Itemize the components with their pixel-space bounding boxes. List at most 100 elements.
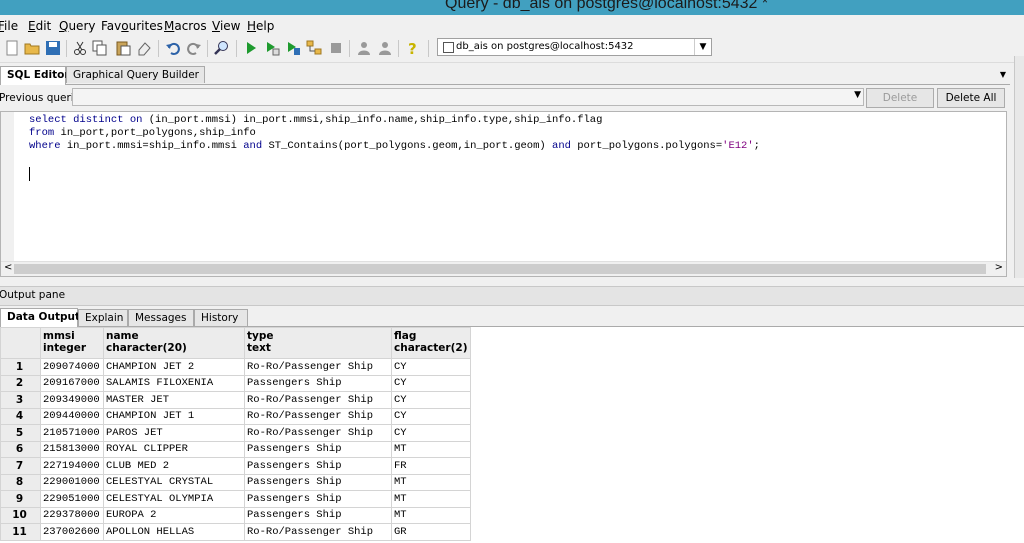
table-cell[interactable]: Ro-Ro/Passenger Ship [244,358,392,376]
scroll-left-icon[interactable]: < [4,262,12,273]
table-cell[interactable]: CY [391,424,471,442]
table-cell[interactable]: 209074000 [40,358,104,376]
paste-icon[interactable] [115,40,131,56]
table-cell[interactable]: Ro-Ro/Passenger Ship [244,424,392,442]
table-cell[interactable]: 215813000 [40,440,104,458]
table-cell[interactable]: EUROPA 2 [103,506,245,524]
table-row[interactable]: 7 227194000 CLUB MED 2 Passengers Ship FR [0,457,471,475]
row-number[interactable]: 2 [0,374,41,392]
tabs-menu-icon[interactable]: ▼ [1000,70,1006,79]
column-header[interactable]: flag character(2) [391,327,471,359]
explain-icon[interactable] [306,40,322,56]
table-row[interactable]: 2 209167000 SALAMIS FILOXENIA Passengers Sh… [0,374,471,392]
column-header[interactable]: type text [244,327,392,359]
table-row[interactable]: 3 209349000 MASTER JET Ro-Ro/Passenger Ship… [0,391,471,409]
new-icon[interactable] [4,40,20,56]
table-cell[interactable]: SALAMIS FILOXENIA [103,374,245,392]
menu-file[interactable]: File [0,19,18,33]
chevron-down-icon[interactable]: ▼ [854,90,861,100]
table-cell[interactable]: 209167000 [40,374,104,392]
tab-graphical-query-builder[interactable]: Graphical Query Builder [66,66,205,83]
table-cell[interactable]: 209440000 [40,407,104,425]
table-cell[interactable]: PAROS JET [103,424,245,442]
row-number[interactable]: 10 [0,506,41,524]
tab-data-output[interactable]: Data Output [0,308,80,327]
table-cell[interactable]: CELESTYAL OLYMPIA [103,490,245,508]
table-cell[interactable]: 210571000 [40,424,104,442]
table-cell[interactable]: 229378000 [40,506,104,524]
previous-queries-select[interactable]: ▼ [72,88,864,106]
table-cell[interactable]: Ro-Ro/Passenger Ship [244,391,392,409]
table-cell[interactable]: Passengers Ship [244,440,392,458]
table-cell[interactable]: CLUB MED 2 [103,457,245,475]
table-row[interactable]: 10 229378000 EUROPA 2 Passengers Ship MT [0,506,471,524]
copy-icon[interactable] [92,40,108,56]
row-number[interactable]: 3 [0,391,41,409]
table-cell[interactable]: Passengers Ship [244,506,392,524]
scrollbar-thumb[interactable] [14,264,986,274]
table-cell[interactable]: MT [391,506,471,524]
table-row[interactable]: 9 229051000 CELESTYAL OLYMPIA Passengers Sh… [0,490,471,508]
table-cell[interactable]: MASTER JET [103,391,245,409]
row-number[interactable]: 8 [0,473,41,491]
table-cell[interactable]: 229001000 [40,473,104,491]
table-cell[interactable]: Passengers Ship [244,473,392,491]
column-header[interactable]: name character(20) [103,327,245,359]
row-number[interactable]: 9 [0,490,41,508]
table-cell[interactable]: CELESTYAL CRYSTAL [103,473,245,491]
execute-to-file-icon[interactable] [285,40,301,56]
save-icon[interactable] [45,40,61,56]
tab-sql-editor[interactable]: SQL Editor [0,66,70,85]
commit-icon[interactable] [356,40,372,56]
menu-edit[interactable]: Edit [28,19,51,33]
tab-explain[interactable]: Explain [78,309,128,326]
table-row[interactable]: 8 229001000 CELESTYAL CRYSTAL Passengers Sh… [0,473,471,491]
row-number[interactable]: 1 [0,358,41,376]
tab-history[interactable]: History [194,309,248,326]
open-icon[interactable] [24,40,40,56]
rollback-icon[interactable] [377,40,393,56]
row-number[interactable]: 7 [0,457,41,475]
right-panel-splitter[interactable] [1014,56,1024,278]
table-cell[interactable]: 229051000 [40,490,104,508]
table-cell[interactable]: CY [391,374,471,392]
connection-select[interactable]: db_ais on postgres@localhost:5432 ▼ [437,38,712,56]
row-number[interactable]: 6 [0,440,41,458]
help-icon[interactable]: ? [405,40,421,56]
table-cell[interactable]: Passengers Ship [244,490,392,508]
clear-icon[interactable] [136,40,152,56]
row-number[interactable]: 4 [0,407,41,425]
table-cell[interactable]: ROYAL CLIPPER [103,440,245,458]
table-cell[interactable]: 227194000 [40,457,104,475]
menu-favourites[interactable]: Favourites [101,19,163,33]
horizontal-scrollbar[interactable]: < > [1,261,1006,276]
table-cell[interactable]: MT [391,440,471,458]
menu-query[interactable]: Query [59,19,95,33]
row-header-corner[interactable] [0,327,41,359]
row-number[interactable]: 5 [0,424,41,442]
table-cell[interactable]: CY [391,391,471,409]
sql-editor[interactable]: select distinct on (in_port.mmsi) in_por… [0,111,1007,277]
table-cell[interactable]: Ro-Ro/Passenger Ship [244,523,392,541]
undo-icon[interactable] [165,40,181,56]
table-cell[interactable]: Passengers Ship [244,457,392,475]
table-cell[interactable]: CY [391,407,471,425]
redo-icon[interactable] [186,40,202,56]
table-cell[interactable]: CHAMPION JET 1 [103,407,245,425]
table-cell[interactable]: APOLLON HELLAS [103,523,245,541]
table-cell[interactable]: MT [391,473,471,491]
table-cell[interactable]: Passengers Ship [244,374,392,392]
row-number[interactable]: 11 [0,523,41,541]
menu-help[interactable]: Help [247,19,274,33]
execute-icon[interactable] [243,40,259,56]
table-cell[interactable]: Ro-Ro/Passenger Ship [244,407,392,425]
execute-pgscript-icon[interactable] [264,40,280,56]
cut-icon[interactable] [72,40,88,56]
table-row[interactable]: 1 209074000 CHAMPION JET 2 Ro-Ro/Passenger … [0,358,471,376]
table-row[interactable]: 5 210571000 PAROS JET Ro-Ro/Passenger Ship C… [0,424,471,442]
delete-button[interactable]: Delete [866,88,934,108]
table-row[interactable]: 11 237002600 APOLLON HELLAS Ro-Ro/Passenger… [0,523,471,541]
menu-macros[interactable]: Macros [164,19,207,33]
table-cell[interactable]: 209349000 [40,391,104,409]
table-row[interactable]: 4 209440000 CHAMPION JET 1 Ro-Ro/Passenger … [0,407,471,425]
